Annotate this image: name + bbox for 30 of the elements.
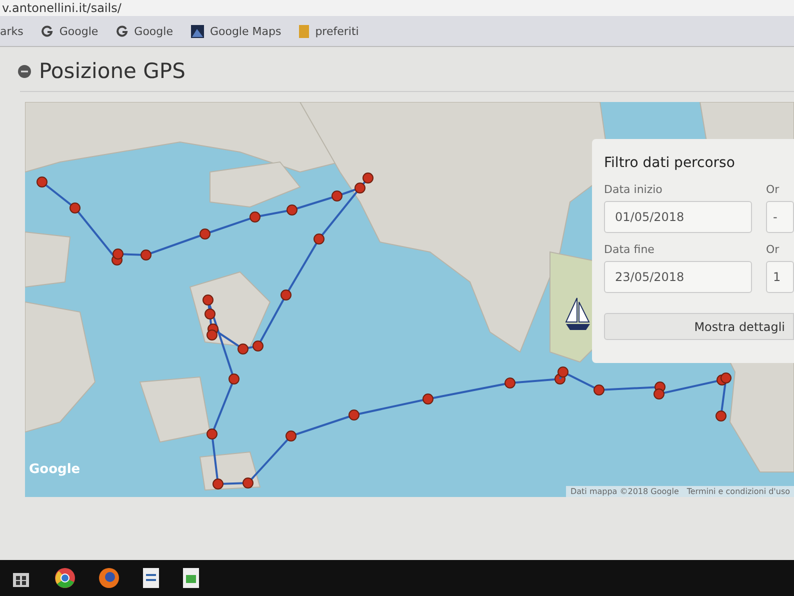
date-field[interactable]: 23/05/2018 — [604, 261, 752, 293]
bookmarks-label[interactable]: arks — [0, 24, 24, 38]
bookmark-link[interactable]: Google — [41, 24, 98, 38]
sailboat-icon — [565, 298, 590, 330]
show-details-button[interactable]: Mostra dettagli — [604, 313, 794, 340]
map-icon — [190, 24, 204, 38]
folder-icon — [299, 24, 310, 38]
field-label: Data fine — [604, 243, 656, 256]
letter-g-icon — [41, 25, 54, 37]
document-icon[interactable] — [142, 567, 160, 589]
url-text[interactable]: v.antonellini.it/sails/ — [2, 1, 122, 15]
field-label: Or — [766, 183, 780, 196]
bookmark-link[interactable]: Google — [116, 24, 173, 38]
time-field[interactable]: - — [766, 201, 794, 233]
map-logo: Google — [29, 462, 80, 477]
bookmark-folder[interactable]: preferiti — [299, 24, 359, 38]
field-label: Data inizio — [604, 183, 664, 196]
letter-g-icon — [116, 25, 128, 37]
spreadsheet-icon[interactable] — [182, 567, 200, 589]
date-field[interactable]: 01/05/2018 — [604, 201, 752, 233]
map-attribution: Dati mappa ©2018 Google — [570, 487, 679, 496]
terms-link[interactable]: Termini e condizioni d'uso — [686, 487, 790, 496]
bookmark-link[interactable]: Google Maps — [190, 24, 282, 38]
time-field[interactable]: 1 — [766, 261, 794, 293]
minus-circle-icon[interactable] — [18, 64, 31, 78]
panel-title: Filtro dati percorso — [604, 155, 736, 171]
chrome-icon[interactable] — [54, 567, 76, 589]
firefox-icon[interactable] — [98, 567, 120, 589]
page-title: Posizione GPS — [39, 59, 186, 83]
field-label: Or — [766, 243, 780, 256]
